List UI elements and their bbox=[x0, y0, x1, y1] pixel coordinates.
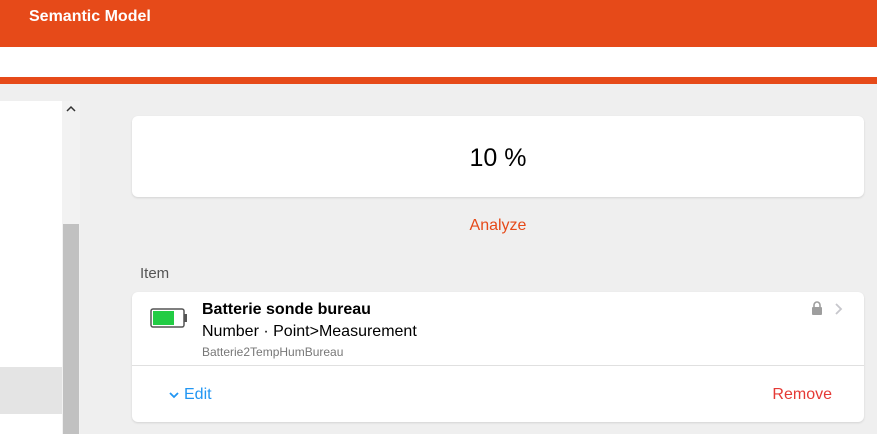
scroll-up-icon[interactable] bbox=[62, 103, 80, 117]
scroll-thumb[interactable] bbox=[63, 224, 79, 434]
edit-label: Edit bbox=[184, 386, 212, 403]
accent-divider bbox=[0, 77, 877, 84]
lock-icon bbox=[812, 301, 822, 315]
top-navbar: Semantic Model bbox=[0, 0, 877, 47]
item-type: Number · Point>Measurement bbox=[202, 323, 417, 340]
battery-icon bbox=[150, 308, 187, 328]
item-label: Batterie sonde bureau bbox=[202, 301, 371, 318]
item-name: Batterie2TempHumBureau bbox=[202, 345, 344, 359]
remove-button[interactable]: Remove bbox=[772, 386, 832, 404]
left-pane-scrollbar[interactable] bbox=[62, 101, 80, 434]
item-state-value: 10 % bbox=[469, 144, 527, 172]
state-card: 10 % bbox=[132, 116, 864, 197]
chevron-down-icon bbox=[169, 392, 179, 399]
subnavbar bbox=[0, 47, 877, 77]
item-section-title: Item bbox=[140, 265, 170, 282]
card-divider bbox=[132, 365, 864, 366]
page-title: Semantic Model bbox=[29, 8, 151, 25]
item-card: Batterie sonde bureau Number · Point>Mea… bbox=[132, 292, 864, 422]
analyze-button[interactable]: Analyze bbox=[132, 217, 864, 235]
chevron-right-icon[interactable] bbox=[834, 302, 844, 316]
model-tree-selected-row[interactable] bbox=[0, 367, 62, 414]
edit-button[interactable]: Edit bbox=[168, 386, 212, 404]
